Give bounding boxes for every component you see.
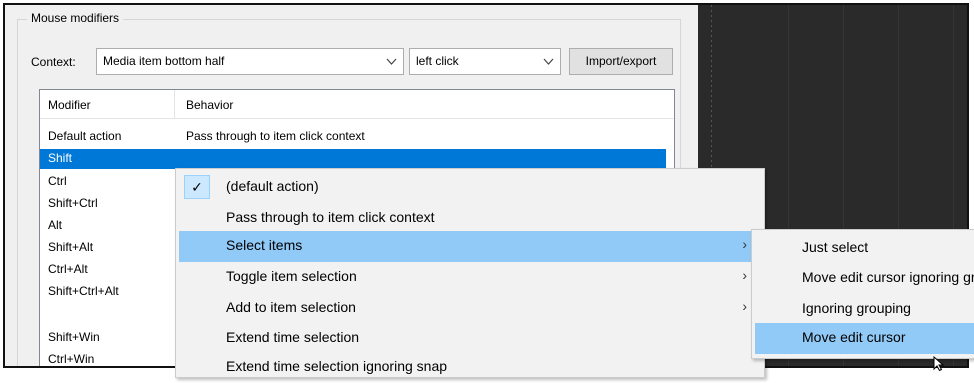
click-type-combo-value: left click [416, 54, 459, 68]
menu-item-label: (default action) [226, 178, 319, 194]
group-title: Mouse modifiers [27, 11, 124, 25]
submenu-item-move-edit-cursor-ignoring[interactable]: Move edit cursor ignoring grouping [755, 263, 974, 294]
submenu-arrow-icon: › [742, 236, 747, 252]
submenu-item-label: Just select [802, 239, 869, 255]
modifier-cell: Shift [48, 151, 73, 165]
modifier-cell: Alt [48, 218, 63, 232]
column-header-modifier[interactable]: Modifier [48, 98, 91, 112]
modifier-cell: Shift+Alt [48, 240, 94, 254]
table-row-selected[interactable]: Shift [40, 149, 666, 169]
submenu-arrow-icon: › [742, 298, 747, 314]
submenu-item-move-edit-cursor[interactable]: Move edit cursor [755, 323, 974, 354]
modifier-cell: Shift+Ctrl+Alt [48, 284, 119, 298]
import-export-button[interactable]: Import/export [569, 48, 673, 75]
menu-item-toggle-item-selection[interactable]: Toggle item selection › [179, 262, 761, 293]
context-label: Context: [31, 55, 76, 69]
context-combo-value: Media item bottom half [103, 54, 225, 68]
menu-item-add-to-item-selection[interactable]: Add to item selection › [179, 293, 761, 324]
menu-item-select-items[interactable]: Select items › [179, 231, 761, 262]
behavior-cell: Pass through to item click context [186, 129, 365, 143]
modifier-cell: Ctrl+Win [48, 352, 95, 366]
submenu-item-just-select[interactable]: Just select [755, 233, 974, 264]
submenu-item-label: Move edit cursor [802, 329, 906, 345]
column-divider[interactable] [174, 90, 175, 118]
check-icon: ✓ [184, 175, 210, 199]
modifier-cell: Ctrl+Alt [48, 262, 88, 276]
modifier-cell: Default action [48, 129, 122, 143]
click-type-combo[interactable]: left click [409, 48, 561, 75]
menu-item-label: Toggle item selection [226, 268, 357, 284]
chevron-down-icon [543, 49, 554, 84]
modifier-cell: Shift+Win [48, 330, 100, 344]
menu-item-extend-time-selection-ignoring-snap[interactable]: Extend time selection ignoring snap [179, 352, 761, 383]
modifier-cell: Ctrl [48, 174, 67, 188]
submenu-item-label: Ignoring grouping [802, 300, 911, 316]
submenu-arrow-icon: › [742, 267, 747, 283]
submenu-item-label: Move edit cursor ignoring grouping [802, 269, 974, 285]
list-header: Modifier Behavior [40, 90, 674, 119]
modifier-cell: Shift+Ctrl [48, 196, 98, 210]
menu-item-label: Extend time selection [226, 329, 360, 345]
table-row[interactable]: Default action Pass through to item clic… [40, 127, 674, 147]
menu-item-extend-time-selection[interactable]: Extend time selection [179, 323, 761, 354]
context-combo[interactable]: Media item bottom half [96, 48, 404, 75]
menu-item-pass-through[interactable]: Pass through to item click context [179, 203, 761, 234]
column-header-behavior[interactable]: Behavior [186, 98, 233, 112]
menu-item-default-action[interactable]: ✓ (default action) [179, 172, 761, 203]
submenu-item-ignoring-grouping[interactable]: Ignoring grouping [755, 294, 974, 325]
menu-item-label: Pass through to item click context [226, 209, 435, 225]
behavior-context-menu: ✓ (default action) Pass through to item … [175, 168, 765, 378]
chevron-down-icon [386, 49, 397, 84]
menu-item-label: Add to item selection [226, 299, 356, 315]
select-items-submenu: Just select Move edit cursor ignoring gr… [751, 229, 974, 359]
menu-item-label: Select items [226, 237, 303, 253]
menu-item-label: Extend time selection ignoring snap [226, 358, 448, 374]
mouse-pointer-icon [933, 355, 947, 374]
